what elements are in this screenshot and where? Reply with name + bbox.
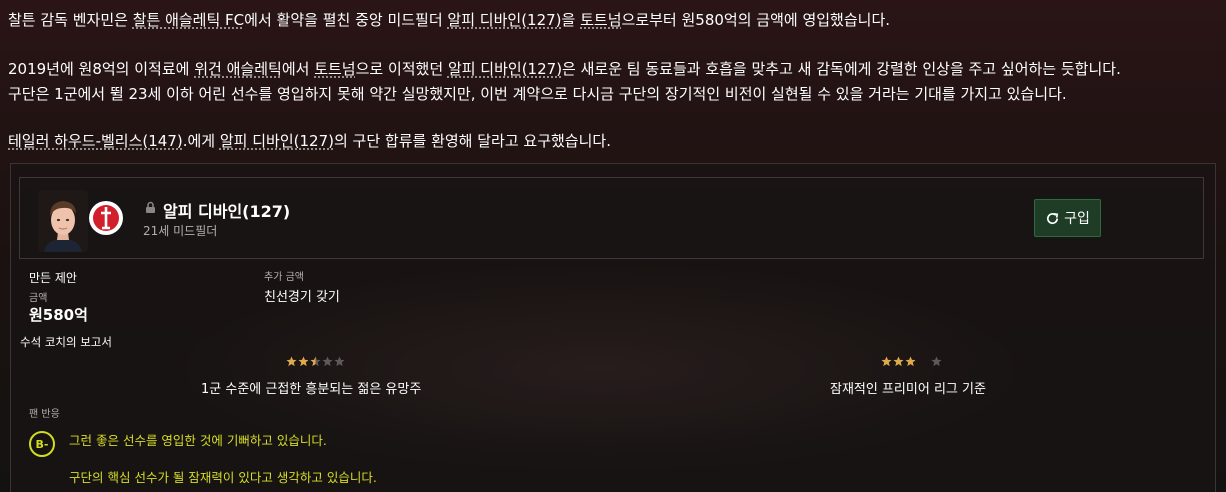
club-link[interactable]: 토트넘: [580, 11, 621, 29]
player-link[interactable]: 알피 디바인(127): [220, 132, 334, 150]
fan-reaction-title: 팬 반응: [29, 409, 60, 420]
potential-ability-stars: [881, 356, 942, 367]
player-link[interactable]: 테일러 하우드-벨리스(147): [8, 132, 183, 150]
star-empty-icon: [334, 356, 345, 367]
news-paragraph-1: 찰튼 감독 벤자민은 찰튼 애슬레틱 FC에서 활약을 펼친 중앙 미드필더 알…: [8, 11, 891, 29]
current-ability-stars: [286, 356, 345, 367]
news-paragraph-2-cont: 구단은 1군에서 뛸 23세 이하 어린 선수를 영입하지 못해 약간 실망했지…: [8, 85, 1067, 103]
current-ability-label: 1군 수준에 근접한 흥분되는 젊은 유망주: [201, 382, 422, 397]
fan-reaction-line: 그런 좋은 선수를 영입한 것에 기뻐하고 있습니다.: [69, 433, 327, 448]
star-full-icon: [893, 356, 904, 367]
buy-button-label: 구입: [1064, 211, 1090, 227]
star-full-icon: [881, 356, 892, 367]
player-link[interactable]: 알피 디바인(127): [447, 11, 561, 29]
player-name[interactable]: 알피 디바인(127): [163, 198, 290, 222]
player-face[interactable]: [38, 190, 88, 252]
star-full-icon: [286, 356, 297, 367]
news-paragraph-2: 2019년에 원8억의 이적료에 위건 애슬레틱에서 토트넘으로 이적했던 알피…: [8, 60, 1121, 78]
star-empty-icon: [322, 356, 333, 367]
potential-ability-label: 잠재적인 프리미어 리그 기준: [830, 382, 986, 397]
scout-report-title: 수석 코치의 보고서: [20, 335, 112, 349]
club-crest-icon[interactable]: [88, 193, 124, 243]
extra-fee-value: 친선경기 갖기: [264, 290, 340, 305]
star-empty-icon: [931, 356, 942, 367]
player-subtitle: 21세 미드필더: [143, 224, 218, 238]
refresh-icon: [1047, 212, 1059, 224]
star-half-icon: [310, 356, 321, 367]
player-link[interactable]: 알피 디바인(127): [448, 60, 562, 78]
news-paragraph-3: 테일러 하우드-벨리스(147).에게 알피 디바인(127)의 구단 합류를 …: [8, 132, 611, 150]
fan-grade-badge: B-: [29, 431, 55, 457]
star-full-icon: [905, 356, 916, 367]
star-full-icon: [298, 356, 309, 367]
club-link[interactable]: 토트넘: [314, 60, 355, 78]
fee-value: 원580억: [29, 306, 88, 324]
club-link[interactable]: 위건 애슬레틱: [194, 60, 282, 78]
lock-icon: [146, 201, 155, 213]
fan-reaction-line: 구단의 핵심 선수가 될 잠재력이 있다고 생각하고 있습니다.: [69, 470, 377, 485]
offer-title: 만든 제안: [29, 271, 77, 285]
extra-fee-label: 추가 금액: [264, 272, 304, 283]
fee-label: 금액: [29, 293, 48, 304]
buy-button[interactable]: 구입: [1034, 199, 1101, 237]
club-link[interactable]: 찰튼 애슬레틱 FC: [133, 11, 244, 29]
